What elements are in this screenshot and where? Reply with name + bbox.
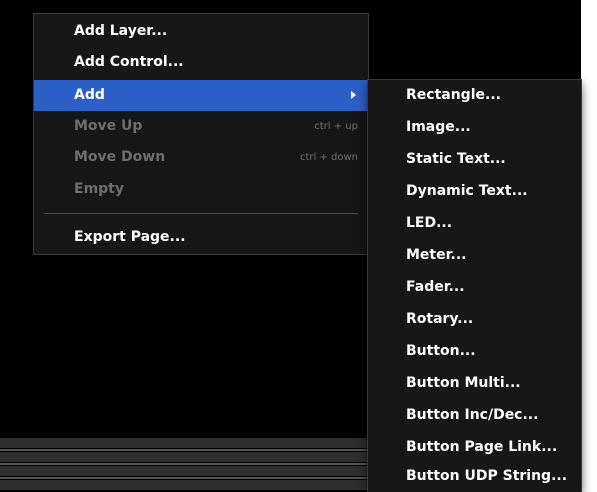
submenu-item-label: Button...: [406, 343, 476, 359]
menu-item-label: Add Control...: [74, 54, 184, 70]
menu-item-add-control[interactable]: Add Control...: [34, 47, 368, 78]
submenu-item-label: Image...: [406, 119, 471, 135]
submenu-item-dynamic-text[interactable]: Dynamic Text...: [368, 176, 581, 207]
submenu-item-label: Meter...: [406, 247, 467, 263]
submenu-item-rectangle[interactable]: Rectangle...: [368, 80, 581, 111]
window-edge: [581, 0, 597, 492]
submenu-item-button-udp-string[interactable]: Button UDP String...: [368, 461, 581, 492]
menu-item-label: Add: [74, 87, 105, 103]
submenu-item-static-text[interactable]: Static Text...: [368, 144, 581, 175]
stripe-divider: [0, 449, 380, 451]
submenu-item-label: Button Inc/Dec...: [406, 407, 539, 423]
canvas-stripe: [0, 452, 380, 462]
submenu-item-meter[interactable]: Meter...: [368, 240, 581, 271]
stripe-divider: [0, 477, 380, 479]
submenu-item-fader[interactable]: Fader...: [368, 272, 581, 303]
context-menu: Add Layer... Add Control... Add Move Up …: [34, 14, 368, 254]
submenu-item-label: Static Text...: [406, 151, 506, 167]
menu-separator: [44, 213, 358, 214]
menu-item-label: Empty: [74, 181, 124, 197]
menu-item-add[interactable]: Add: [34, 80, 368, 111]
submenu-item-label: Rotary...: [406, 311, 474, 327]
menu-item-label: Move Down: [74, 149, 166, 165]
submenu-item-label: LED...: [406, 215, 453, 231]
canvas-stripe: [0, 438, 380, 448]
menu-item-export-page[interactable]: Export Page...: [34, 222, 368, 253]
stripe-divider: [0, 463, 380, 465]
menu-item-add-layer[interactable]: Add Layer...: [34, 16, 368, 47]
submenu-item-led[interactable]: LED...: [368, 208, 581, 239]
menu-item-shortcut: ctrl + up: [314, 121, 358, 132]
submenu-item-label: Button Page Link...: [406, 439, 558, 455]
submenu-item-image[interactable]: Image...: [368, 112, 581, 143]
submenu-item-label: Rectangle...: [406, 87, 501, 103]
submenu-item-label: Dynamic Text...: [406, 183, 528, 199]
submenu-item-button-page-link[interactable]: Button Page Link...: [368, 432, 581, 463]
submenu-item-button-multi[interactable]: Button Multi...: [368, 368, 581, 399]
submenu-item-button-inc-dec[interactable]: Button Inc/Dec...: [368, 400, 581, 431]
menu-item-shortcut: ctrl + down: [299, 152, 358, 163]
submenu-item-button[interactable]: Button...: [368, 336, 581, 367]
canvas-stripe: [0, 480, 380, 490]
submenu-item-label: Button Multi...: [406, 375, 521, 391]
submenu-item-label: Fader...: [406, 279, 465, 295]
submenu-item-label: Button UDP String...: [406, 468, 568, 484]
menu-item-label: Add Layer...: [74, 23, 168, 39]
menu-item-move-up[interactable]: Move Up ctrl + up: [34, 111, 368, 142]
menu-item-label: Move Up: [74, 118, 143, 134]
chevron-right-icon: [351, 91, 356, 99]
canvas-stripe: [0, 466, 380, 476]
menu-item-empty[interactable]: Empty: [34, 174, 368, 205]
menu-item-move-down[interactable]: Move Down ctrl + down: [34, 142, 368, 173]
add-submenu: Rectangle... Image... Static Text... Dyn…: [368, 80, 581, 492]
menu-item-label: Export Page...: [74, 229, 186, 245]
submenu-item-rotary[interactable]: Rotary...: [368, 304, 581, 335]
